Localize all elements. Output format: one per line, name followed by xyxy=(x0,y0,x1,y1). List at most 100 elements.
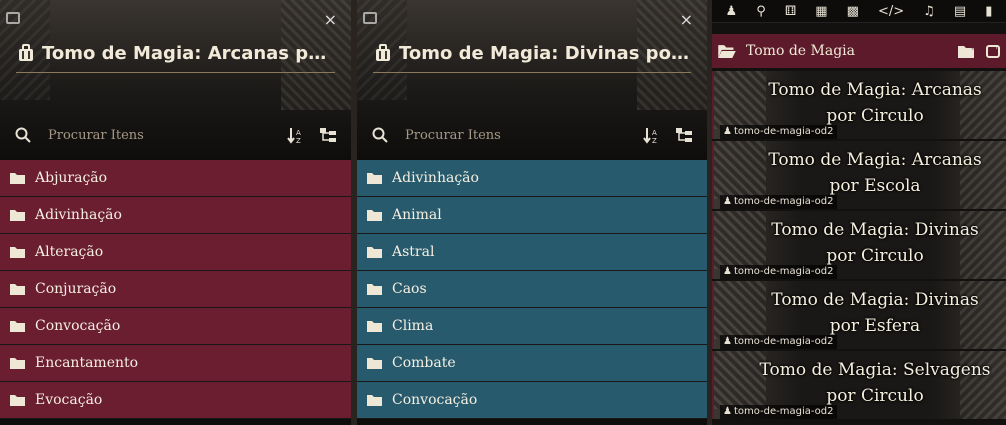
folder-actions: + + xyxy=(958,44,1000,58)
folder-label: Adivinhação xyxy=(392,170,479,186)
folder-icon xyxy=(367,210,382,221)
entry-source: ♟ tomo-de-magia-od2 xyxy=(720,265,837,279)
sidebar-tabs: ♟ ⚲ ⚅ ▦ ▩ </> ♫ ▤ ▮ xyxy=(712,0,1006,23)
book-icon[interactable]: ▩ xyxy=(847,4,859,19)
folder-label: Convocação xyxy=(35,318,121,334)
folder-row[interactable]: Astral xyxy=(357,234,707,271)
music-icon[interactable]: ♫ xyxy=(923,4,935,19)
folder-row[interactable]: Caos xyxy=(357,271,707,308)
source-label: tomo-de-magia-od2 xyxy=(733,126,834,137)
folder-row[interactable]: Alteração xyxy=(0,234,351,271)
folder-row[interactable]: Abjuração xyxy=(0,160,351,197)
compendium-folder[interactable]: Tomo de Magia + + xyxy=(712,34,1006,68)
folder-label: Animal xyxy=(392,207,442,223)
source-label: tomo-de-magia-od2 xyxy=(733,336,834,347)
compendium-entry[interactable]: Tomo de Magia: Divinas por Circulo ♟ tomo… xyxy=(712,211,1006,279)
entry-title: Tomo de Magia: Selvagens por Circulo xyxy=(759,360,991,406)
folder-icon xyxy=(10,358,25,369)
folder-row[interactable]: Clima xyxy=(357,308,707,345)
folder-label: Abjuração xyxy=(35,170,108,186)
folder-row[interactable]: Convocação xyxy=(0,308,351,345)
entry-title: Tomo de Magia: Divinas por Circulo xyxy=(771,220,979,266)
window-header: × Tomo de Magia: Arcanas por Es... AZ xyxy=(0,0,351,160)
compendium-entry[interactable]: Tomo de Magia: Arcanas por Escola ♟ tomo-… xyxy=(712,141,1006,209)
folder-label: Combate xyxy=(392,355,456,371)
table-icon[interactable]: ▤ xyxy=(954,4,966,19)
sort-icon[interactable]: AZ xyxy=(643,126,661,144)
folder-row[interactable]: Animal xyxy=(357,197,707,234)
svg-text:A: A xyxy=(652,129,657,137)
compendium-entry[interactable]: Tomo de Magia: Arcanas por Circulo ♟ tomo… xyxy=(712,71,1006,139)
scroll-icon[interactable]: ▦ xyxy=(815,4,827,19)
folder-row[interactable]: Adivinhação xyxy=(357,160,707,197)
close-icon[interactable]: × xyxy=(680,10,693,29)
package-icon: ♟ xyxy=(723,266,732,277)
search-icon xyxy=(372,127,388,143)
folder-icon xyxy=(367,284,382,295)
dice-icon[interactable]: ⚅ xyxy=(785,4,796,19)
folder-icon xyxy=(367,173,382,184)
folder-row[interactable]: Encantamento xyxy=(0,345,351,382)
folder-label: Tomo de Magia xyxy=(746,43,855,59)
entry-source: ♟ tomo-de-magia-od2 xyxy=(720,195,837,209)
compendium-window-arcanas: × Tomo de Magia: Arcanas por Es... AZ Ab… xyxy=(0,0,351,425)
compendium-sidebar: ♟ ⚲ ⚅ ▦ ▩ </> ♫ ▤ ▮ Tomo de Magia + + To… xyxy=(712,0,1006,425)
compendium-entry[interactable]: Tomo de Magia: Divinas por Esfera ♟ tomo-… xyxy=(712,281,1006,349)
close-icon[interactable]: × xyxy=(324,10,337,29)
window-title: Tomo de Magia: Arcanas por Es... xyxy=(42,42,335,64)
sort-icon[interactable]: AZ xyxy=(287,126,305,144)
folder-label: Clima xyxy=(392,318,434,334)
code-icon[interactable]: </> xyxy=(878,4,904,19)
compendium-list: Tomo de Magia: Arcanas por Circulo ♟ tomo… xyxy=(712,71,1006,421)
entry-source: ♟ tomo-de-magia-od2 xyxy=(720,405,837,419)
entry-source: ♟ tomo-de-magia-od2 xyxy=(720,125,837,139)
folder-icon xyxy=(10,173,25,184)
folder-row[interactable]: Combate xyxy=(357,345,707,382)
svg-text:Z: Z xyxy=(652,137,657,144)
window-title-row: Tomo de Magia: Arcanas por Es... xyxy=(16,38,335,73)
source-label: tomo-de-magia-od2 xyxy=(733,406,834,417)
package-icon: ♟ xyxy=(723,336,732,347)
collapse-tree-icon[interactable] xyxy=(675,126,693,144)
folder-row[interactable]: Conjuração xyxy=(0,271,351,308)
search-row: AZ xyxy=(0,118,351,152)
create-compendium-icon[interactable]: + xyxy=(986,44,1000,58)
folder-row[interactable]: Adivinhação xyxy=(0,197,351,234)
folder-row[interactable]: Convocação xyxy=(357,382,707,419)
compendium-entry[interactable]: Tomo de Magia: Selvagens por Circulo ♟ to… xyxy=(712,351,1006,419)
compendium-icon xyxy=(19,44,33,61)
folder-icon xyxy=(367,395,382,406)
search-input[interactable] xyxy=(403,126,643,144)
folder-icon xyxy=(10,210,25,221)
folder-icon xyxy=(10,247,25,258)
svg-text:A: A xyxy=(296,129,301,137)
folder-icon xyxy=(367,321,382,332)
folder-open-icon xyxy=(718,45,736,58)
lock-icon[interactable] xyxy=(6,12,20,24)
search-icon xyxy=(15,127,31,143)
source-label: tomo-de-magia-od2 xyxy=(733,266,834,277)
pin-icon[interactable]: ⚲ xyxy=(756,4,766,19)
folder-row[interactable]: Evocação xyxy=(0,382,351,419)
entry-source: ♟ tomo-de-magia-od2 xyxy=(720,335,837,349)
search-input[interactable] xyxy=(46,126,287,144)
lock-icon[interactable] xyxy=(363,12,377,24)
folder-label: Astral xyxy=(392,244,435,260)
window-title-row: Tomo de Magia: Divinas por Esf... xyxy=(373,38,691,73)
collapse-tree-icon[interactable] xyxy=(319,126,337,144)
compendium-window-divinas: × Tomo de Magia: Divinas por Esf... AZ A… xyxy=(357,0,707,425)
compendium-icon[interactable]: ▮ xyxy=(985,4,992,19)
folder-icon xyxy=(10,321,25,332)
folder-label: Alteração xyxy=(35,244,104,260)
user-icon[interactable]: ♟ xyxy=(726,4,738,19)
compendium-icon xyxy=(376,44,390,61)
create-folder-icon[interactable]: + xyxy=(958,44,976,58)
folder-label: Caos xyxy=(392,281,427,297)
folder-list: Abjuração Adivinhação Alteração Conjuraç… xyxy=(0,160,351,419)
package-icon: ♟ xyxy=(723,406,732,417)
folder-label: Evocação xyxy=(35,392,103,408)
svg-text:+: + xyxy=(970,44,976,52)
package-icon: ♟ xyxy=(723,126,732,137)
folder-icon xyxy=(367,358,382,369)
svg-text:Z: Z xyxy=(296,137,301,144)
